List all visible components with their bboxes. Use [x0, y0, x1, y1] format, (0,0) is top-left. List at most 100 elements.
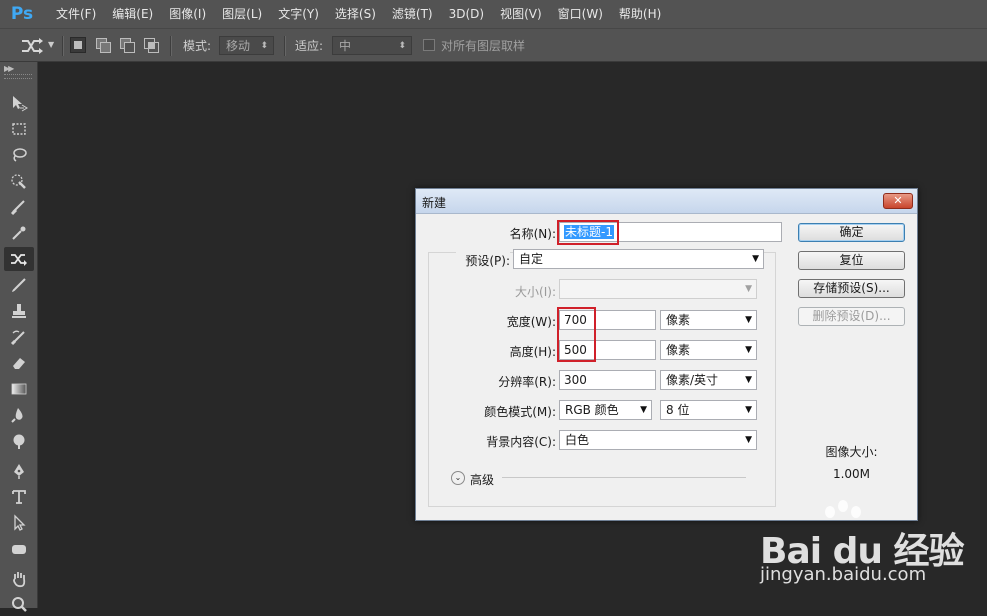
eraser-tool[interactable]: [4, 351, 34, 375]
width-unit-select[interactable]: 像素 ▼: [660, 310, 757, 330]
menu-image[interactable]: 图像(I): [161, 0, 214, 28]
menu-filter[interactable]: 滤镜(T): [384, 0, 441, 28]
clone-stamp-tool[interactable]: [4, 299, 34, 323]
background-contents-select[interactable]: 白色 ▼: [559, 430, 757, 450]
height-label: 高度(H):: [509, 345, 556, 359]
highlight-box: [557, 220, 619, 245]
menu-window[interactable]: 窗口(W): [550, 0, 611, 28]
options-separator: [62, 36, 64, 56]
name-label: 名称(N):: [509, 227, 556, 241]
background-contents-value: 白色: [565, 433, 590, 447]
adapt-select-value: 中: [339, 39, 352, 53]
collapse-panel-icon[interactable]: ▶▶: [4, 64, 14, 73]
crop-icon: [10, 200, 25, 216]
resolution-label: 分辨率(R):: [498, 375, 556, 389]
marquee-tool[interactable]: [4, 117, 34, 141]
chevron-double-down-icon: ⌄: [454, 473, 462, 482]
dropdown-arrow-icon: ▼: [745, 375, 752, 385]
resolution-unit-select[interactable]: 像素/英寸 ▼: [660, 370, 757, 390]
lasso-icon: [13, 148, 27, 162]
path-selection-tool[interactable]: [4, 511, 34, 535]
pen-icon: [14, 464, 24, 479]
sample-all-layers-checkbox[interactable]: [423, 39, 435, 51]
dropdown-arrow-icon: ▼: [745, 345, 752, 355]
dodge-icon: [13, 434, 25, 449]
new-selection-mode-icon[interactable]: [70, 37, 86, 53]
watermark-url-text: jingyan.baidu.com: [760, 564, 927, 585]
menu-view[interactable]: 视图(V): [492, 0, 550, 28]
bit-depth-select[interactable]: 8 位 ▼: [660, 400, 757, 420]
adapt-select[interactable]: 中 ⬍: [332, 36, 412, 55]
dropdown-arrow-icon: ▼: [745, 284, 752, 294]
save-preset-button[interactable]: 存储预设(S)...: [798, 279, 905, 298]
content-aware-move-tool-icon[interactable]: [20, 36, 46, 59]
pen-tool[interactable]: [4, 459, 34, 483]
add-to-selection-mode-icon[interactable]: [95, 37, 111, 53]
eyedropper-tool[interactable]: [4, 221, 34, 245]
zoom-tool[interactable]: [4, 592, 34, 616]
reset-button[interactable]: 复位: [798, 251, 905, 270]
move-tool[interactable]: [4, 91, 34, 115]
resolution-input[interactable]: 300: [559, 370, 656, 390]
menu-type[interactable]: 文字(Y): [270, 0, 327, 28]
preset-select-value: 自定: [519, 252, 544, 266]
new-document-dialog: 新建 ✕ 名称(N): 未标题-1 预设(P): 自定 ▼ 大小(I): ▼ 宽…: [415, 188, 918, 521]
blur-tool[interactable]: [4, 403, 34, 427]
history-brush-icon: [10, 330, 25, 346]
dodge-tool[interactable]: [4, 429, 34, 453]
dialog-close-button[interactable]: ✕: [883, 193, 913, 209]
tool-preset-chevron-down-icon[interactable]: ▼: [48, 40, 54, 49]
menu-3d[interactable]: 3D(D): [441, 0, 492, 28]
height-unit-select[interactable]: 像素 ▼: [660, 340, 757, 360]
content-aware-move-icon: [11, 254, 27, 266]
ok-button[interactable]: 确定: [798, 223, 905, 242]
bit-depth-value: 8 位: [666, 403, 690, 417]
dropdown-arrow-icon: ▼: [745, 405, 752, 415]
mode-select[interactable]: 移动 ⬍: [219, 36, 274, 55]
preset-select[interactable]: 自定 ▼: [513, 249, 764, 269]
options-separator: [284, 36, 286, 56]
tools-panel: ▶▶: [0, 62, 38, 612]
panel-grip[interactable]: [4, 74, 32, 79]
menu-layer[interactable]: 图层(L): [214, 0, 270, 28]
move-icon: [13, 96, 28, 112]
brush-icon: [12, 278, 26, 292]
shape-tool[interactable]: [4, 537, 34, 561]
gradient-tool[interactable]: [4, 377, 34, 401]
size-label: 大小(I):: [515, 285, 556, 299]
brush-tool[interactable]: [4, 273, 34, 297]
hand-tool[interactable]: [4, 567, 34, 591]
menu-select[interactable]: 选择(S): [327, 0, 384, 28]
dropdown-arrow-icon: ▼: [745, 315, 752, 325]
background-contents-label: 背景内容(C):: [486, 435, 556, 449]
menu-file[interactable]: 文件(F): [48, 0, 104, 28]
image-size-value: 1.00M: [832, 467, 871, 481]
crop-tool[interactable]: [4, 195, 34, 219]
close-icon: ✕: [893, 194, 903, 207]
mode-select-value: 移动: [226, 39, 251, 53]
intersect-selection-mode-icon[interactable]: [143, 37, 159, 53]
type-tool[interactable]: [4, 485, 34, 509]
type-t-icon: [12, 490, 26, 504]
subtract-from-selection-mode-icon[interactable]: [119, 37, 135, 53]
size-select[interactable]: ▼: [559, 279, 757, 299]
width-label: 宽度(W):: [506, 315, 556, 329]
delete-preset-button[interactable]: 删除预设(D)...: [798, 307, 905, 326]
highlight-box: [557, 307, 596, 362]
menu-edit[interactable]: 编辑(E): [104, 0, 161, 28]
updown-arrow-icon: ⬍: [260, 41, 268, 51]
color-mode-select[interactable]: RGB 颜色 ▼: [559, 400, 652, 420]
lasso-tool[interactable]: [4, 143, 34, 167]
color-mode-label: 颜色模式(M):: [484, 405, 556, 419]
advanced-expand-button[interactable]: ⌄: [451, 471, 465, 485]
color-mode-value: RGB 颜色: [565, 403, 619, 417]
content-aware-move-tool[interactable]: [4, 247, 34, 271]
width-unit-value: 像素: [666, 313, 691, 327]
options-separator: [170, 36, 172, 56]
dialog-title-bar[interactable]: 新建 ✕: [416, 189, 917, 214]
rectangular-marquee-icon: [12, 123, 26, 135]
image-size-label: 图像大小:: [825, 445, 878, 459]
quick-selection-tool[interactable]: [4, 169, 34, 193]
history-brush-tool[interactable]: [4, 325, 34, 349]
menu-help[interactable]: 帮助(H): [611, 0, 669, 28]
